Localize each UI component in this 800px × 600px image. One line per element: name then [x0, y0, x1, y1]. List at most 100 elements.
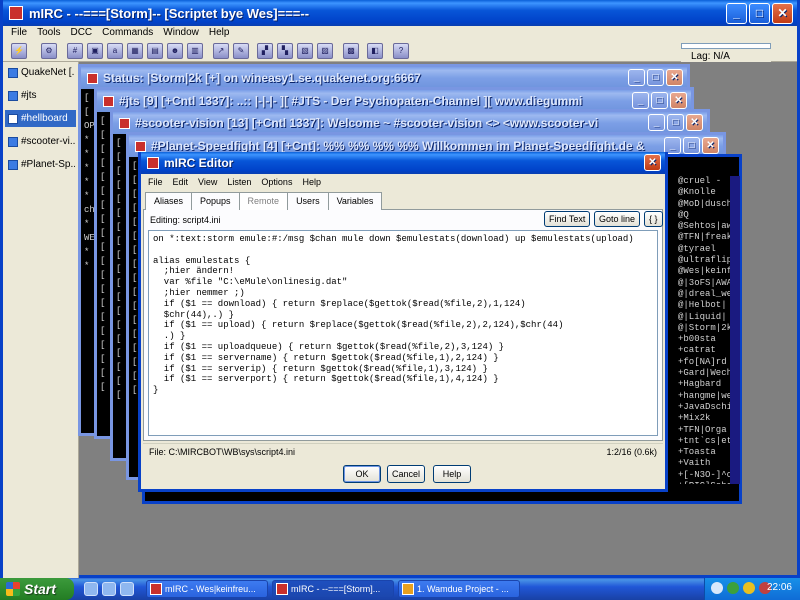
editor-menu-options[interactable]: Options: [256, 174, 297, 190]
popups-icon[interactable]: ▤: [147, 43, 163, 59]
volume-icon[interactable]: [743, 582, 755, 594]
task-winamp[interactable]: 1. Wamdue Project - ...: [398, 580, 520, 598]
maximize-button[interactable]: □: [683, 137, 700, 154]
main-titlebar[interactable]: mIRC - --===[Storm]-- [Scriptet bye Wes]…: [3, 0, 797, 26]
ie-quicklaunch-icon[interactable]: [84, 582, 98, 596]
scooter-titlebar[interactable]: #scooter-vision [13] [+Cntl 1337]: Welco…: [113, 112, 707, 134]
start-button[interactable]: Start: [0, 578, 74, 600]
nicklist-scrollbar[interactable]: [730, 176, 740, 484]
remote-icon[interactable]: a: [107, 43, 123, 59]
help-button[interactable]: Help: [433, 465, 471, 483]
maximize-button[interactable]: □: [651, 92, 668, 109]
switchbar-item-planet-speedfight[interactable]: #Planet-Sp...: [5, 156, 76, 173]
nick-item[interactable]: @tyrael: [676, 244, 730, 255]
nick-item[interactable]: @|Storm|2k: [676, 323, 730, 334]
help-icon[interactable]: ?: [393, 43, 409, 59]
maximize-button[interactable]: □: [749, 3, 770, 24]
log-icon[interactable]: ▩: [343, 43, 359, 59]
options-icon[interactable]: ⚙: [41, 43, 57, 59]
cascade-windows-icon[interactable]: ▞: [257, 43, 273, 59]
nick-item[interactable]: +fo[NA]rd: [676, 357, 730, 368]
maximize-button[interactable]: □: [647, 69, 664, 86]
close-button[interactable]: ✕: [772, 3, 793, 24]
switchbar-item-jts[interactable]: #jts: [5, 87, 76, 104]
nick-item[interactable]: @|Helbot|: [676, 300, 730, 311]
nick-item[interactable]: @cruel -: [676, 176, 730, 187]
nicklist[interactable]: @cruel - @Knolle @MoD|dusch @Q @Sehtos|aw @TF…: [676, 176, 730, 484]
nick-item[interactable]: +TFN|Orga: [676, 425, 730, 436]
nick-item[interactable]: +[PIC]Schael: [676, 481, 730, 484]
nick-item[interactable]: +JavaDschi: [676, 402, 730, 413]
menu-tools[interactable]: Tools: [33, 26, 66, 40]
nick-item[interactable]: +Vaith: [676, 458, 730, 469]
channels-list-icon[interactable]: #: [67, 43, 83, 59]
nick-item[interactable]: +tnt`cs|etho: [676, 436, 730, 447]
minimize-button[interactable]: _: [726, 3, 747, 24]
tab-aliases[interactable]: Aliases: [145, 192, 193, 210]
ok-button[interactable]: OK: [343, 465, 381, 483]
menu-help[interactable]: Help: [205, 26, 236, 40]
nick-item[interactable]: @|Liquid|: [676, 312, 730, 323]
nick-item[interactable]: +Gard|Wech: [676, 368, 730, 379]
editor-menu-edit[interactable]: Edit: [168, 174, 194, 190]
nick-item[interactable]: +catrat: [676, 345, 730, 356]
nick-item[interactable]: @|dreal_wec: [676, 289, 730, 300]
editor-titlebar[interactable]: mIRC Editor ✕: [141, 152, 665, 174]
close-button[interactable]: ✕: [644, 154, 661, 171]
users-icon[interactable]: ☻: [167, 43, 183, 59]
switchbar-item-hellboard[interactable]: #hellboard: [5, 110, 76, 127]
minimize-button[interactable]: _: [628, 69, 645, 86]
tab-popups[interactable]: Popups: [191, 192, 240, 210]
task-mirc-wes[interactable]: mIRC - Wes|keinfreu...: [146, 580, 268, 598]
find-text-button[interactable]: Find Text: [544, 211, 591, 227]
nick-item[interactable]: +hangme|we: [676, 391, 730, 402]
close-button[interactable]: ✕: [670, 92, 687, 109]
connect-icon[interactable]: ⚡: [11, 43, 27, 59]
goto-line-button[interactable]: Goto line: [594, 211, 641, 227]
editor-menu-file[interactable]: File: [143, 174, 168, 190]
media-quicklaunch-icon[interactable]: [102, 582, 116, 596]
address-book-icon[interactable]: ▣: [87, 43, 103, 59]
colors-icon[interactable]: ◧: [367, 43, 383, 59]
close-button[interactable]: ✕: [686, 114, 703, 131]
aliases-icon[interactable]: ▦: [127, 43, 143, 59]
close-button[interactable]: ✕: [666, 69, 683, 86]
minimize-button[interactable]: _: [648, 114, 665, 131]
arrange-icon[interactable]: ▨: [317, 43, 333, 59]
tray-chevron-icon[interactable]: [711, 582, 723, 594]
tile-windows-icon[interactable]: ▚: [277, 43, 293, 59]
nick-item[interactable]: +Toasta: [676, 447, 730, 458]
network-icon[interactable]: [727, 582, 739, 594]
editor-menu-view[interactable]: View: [193, 174, 222, 190]
editor-menu-listen[interactable]: Listen: [222, 174, 256, 190]
menu-window[interactable]: Window: [159, 26, 205, 40]
switchbar-item-quakenet[interactable]: QuakeNet [...: [5, 64, 76, 81]
nick-item[interactable]: @Wes|keinfr: [676, 266, 730, 277]
nick-item[interactable]: @|3oFS|AWA: [676, 278, 730, 289]
status-titlebar[interactable]: Status: |Storm|2k [+] on wineasy1.se.qua…: [81, 67, 687, 89]
nick-item[interactable]: +Hagbard: [676, 379, 730, 390]
nick-item[interactable]: @Knolle: [676, 187, 730, 198]
nick-item[interactable]: @Q: [676, 210, 730, 221]
nick-item[interactable]: @TFN|freak: [676, 232, 730, 243]
cancel-button[interactable]: Cancel: [387, 465, 425, 483]
script-code-editor[interactable]: on *:text:storm emule:#:/msg $chan mule …: [148, 230, 658, 436]
tab-variables[interactable]: Variables: [327, 192, 383, 210]
task-mirc-storm[interactable]: mIRC - --===[Storm]...: [272, 580, 394, 598]
nick-item[interactable]: @ultraflip: [676, 255, 730, 266]
nick-item[interactable]: +[-N3O-]^of: [676, 470, 730, 481]
desktop-quicklaunch-icon[interactable]: [120, 582, 134, 596]
maximize-button[interactable]: □: [667, 114, 684, 131]
menu-dcc[interactable]: DCC: [66, 26, 98, 40]
tile-vertical-icon[interactable]: ▧: [297, 43, 313, 59]
nick-item[interactable]: +Mix2k: [676, 413, 730, 424]
menu-file[interactable]: File: [7, 26, 33, 40]
editor-menu-help[interactable]: Help: [297, 174, 326, 190]
scripts-editor-icon[interactable]: ▥: [187, 43, 203, 59]
switchbar-item-scooter-vision[interactable]: #scooter-vi...: [5, 133, 76, 150]
tab-remote[interactable]: Remote: [238, 192, 289, 210]
menu-commands[interactable]: Commands: [98, 26, 159, 40]
close-button[interactable]: ✕: [702, 137, 719, 154]
brace-match-button[interactable]: { }: [644, 211, 663, 227]
nick-item[interactable]: @MoD|dusch: [676, 199, 730, 210]
